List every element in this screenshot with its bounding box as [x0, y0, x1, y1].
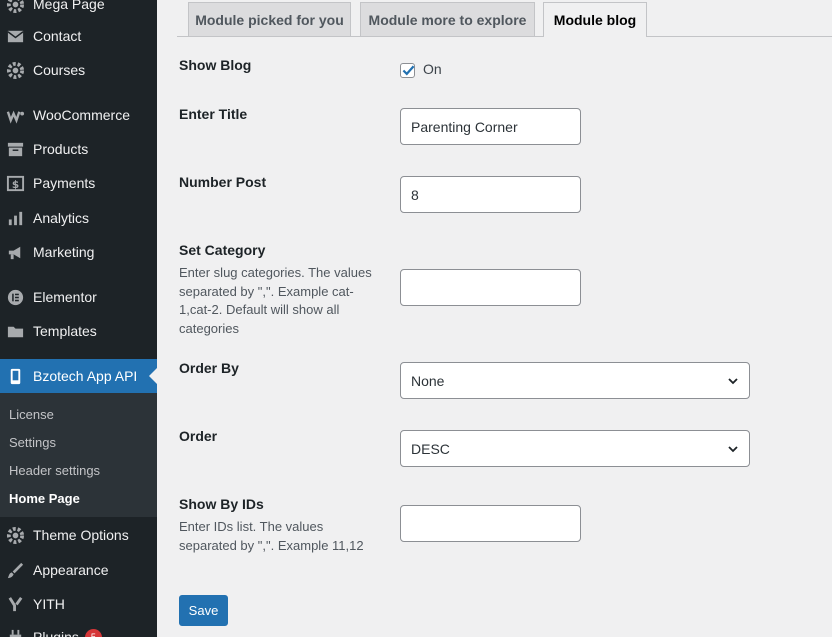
- sidebar-item-contact[interactable]: Contact: [0, 19, 157, 53]
- elementor-icon: [5, 287, 25, 307]
- yith-icon: [5, 594, 25, 614]
- show-blog-label: Show Blog: [179, 57, 252, 73]
- bar-chart-icon: [5, 208, 25, 228]
- dollar-card-icon: $: [5, 173, 25, 193]
- category-input[interactable]: [400, 269, 581, 306]
- folder-icon: [5, 321, 25, 341]
- sidebar-item-templates[interactable]: Templates: [0, 314, 157, 348]
- order-value: DESC: [411, 440, 450, 457]
- order-select[interactable]: DESC: [400, 430, 750, 467]
- sidebar-item-products[interactable]: Products: [0, 132, 157, 166]
- paintbrush-icon: [5, 560, 25, 580]
- sidebar-item-label: Elementor: [33, 289, 97, 305]
- sidebar-item-plugins[interactable]: Plugins 5: [0, 620, 157, 637]
- sidebar-item-label: Contact: [33, 28, 82, 44]
- order-by-label: Order By: [179, 360, 239, 376]
- sidebar-item-label: Analytics: [33, 210, 90, 226]
- tabs-divider: [177, 36, 832, 37]
- sidebar-item-yith[interactable]: YITH: [0, 587, 157, 621]
- sidebar-item-woocommerce[interactable]: WooCommerce: [0, 98, 157, 132]
- sidebar-item-label: Courses: [33, 62, 86, 78]
- megaphone-icon: [5, 242, 25, 262]
- sidebar-item-label: Appearance: [33, 562, 109, 578]
- plug-icon: [5, 627, 25, 637]
- show-by-ids-description: Enter IDs list. The values separated by …: [179, 519, 364, 553]
- chevron-down-icon: [728, 377, 738, 384]
- gear-icon: [5, 0, 25, 14]
- sidebar-item-label: Marketing: [33, 244, 95, 260]
- gear-icon: [5, 525, 25, 545]
- sidebar-item-label: Payments: [33, 175, 96, 191]
- number-post-input[interactable]: 8: [400, 176, 581, 213]
- woocommerce-icon: [5, 105, 25, 125]
- ids-input[interactable]: [400, 505, 581, 542]
- sidebar-item-appearance[interactable]: Appearance: [0, 553, 157, 587]
- svg-text:$: $: [11, 178, 18, 190]
- submenu-item-license[interactable]: License: [9, 407, 54, 422]
- save-button[interactable]: Save: [179, 595, 228, 626]
- order-label: Order: [179, 428, 218, 444]
- chevron-down-icon: [728, 445, 738, 452]
- sidebar-item-label: Plugins: [33, 629, 79, 637]
- sidebar-item-elementor[interactable]: Elementor: [0, 280, 157, 314]
- sidebar-item-theme-options[interactable]: Theme Options: [0, 518, 157, 552]
- envelope-icon: [5, 26, 25, 46]
- sidebar-item-analytics[interactable]: Analytics: [0, 201, 157, 235]
- sidebar-item-label: Theme Options: [33, 527, 129, 543]
- enter-title-label: Enter Title: [179, 106, 248, 122]
- sidebar-submenu: License Settings Header settings Home Pa…: [0, 393, 157, 517]
- sidebar-item-courses[interactable]: Courses: [0, 53, 157, 87]
- submenu-item-settings[interactable]: Settings: [9, 435, 56, 450]
- set-category-description: Enter slug categories. The values separa…: [179, 265, 372, 336]
- update-count-badge: 5: [84, 628, 102, 637]
- set-category-label: Set Category: [179, 242, 266, 258]
- sidebar-item-label: Bzotech App API: [33, 368, 138, 384]
- tab-module-picked-for-you[interactable]: Module picked for you: [188, 2, 351, 36]
- show-blog-checkbox-label[interactable]: On: [423, 61, 442, 77]
- sidebar-item-label: Templates: [33, 323, 97, 339]
- gear-icon: [5, 60, 25, 80]
- archive-icon: [5, 139, 25, 159]
- sidebar-item-label: WooCommerce: [33, 107, 130, 123]
- sidebar-item-label: Products: [33, 141, 89, 157]
- sidebar-item-marketing[interactable]: Marketing: [0, 235, 157, 269]
- sidebar-item-label: Mega Page: [33, 0, 105, 12]
- order-by-value: None: [411, 372, 445, 389]
- tab-module-blog[interactable]: Module blog: [543, 2, 647, 37]
- admin-sidebar: Mega Page Contact Courses WooCommerce Pr…: [0, 0, 157, 637]
- checkmark-icon: [402, 65, 415, 76]
- sidebar-item-mega-page[interactable]: Mega Page: [0, 0, 157, 21]
- order-by-select[interactable]: None: [400, 362, 750, 399]
- phone-icon: [5, 366, 25, 386]
- show-blog-checkbox[interactable]: [400, 63, 415, 78]
- title-input[interactable]: Parenting Corner: [400, 108, 581, 145]
- show-by-ids-label: Show By IDs: [179, 496, 264, 512]
- submenu-item-header-settings[interactable]: Header settings: [9, 463, 100, 478]
- submenu-item-home-page[interactable]: Home Page: [9, 491, 80, 506]
- sidebar-item-payments[interactable]: $ Payments: [0, 166, 157, 200]
- sidebar-item-bzotech-app-api[interactable]: Bzotech App API: [0, 359, 157, 393]
- number-post-label: Number Post: [179, 174, 267, 190]
- tab-module-more-to-explore[interactable]: Module more to explore: [360, 2, 535, 36]
- sidebar-item-label: YITH: [33, 596, 65, 612]
